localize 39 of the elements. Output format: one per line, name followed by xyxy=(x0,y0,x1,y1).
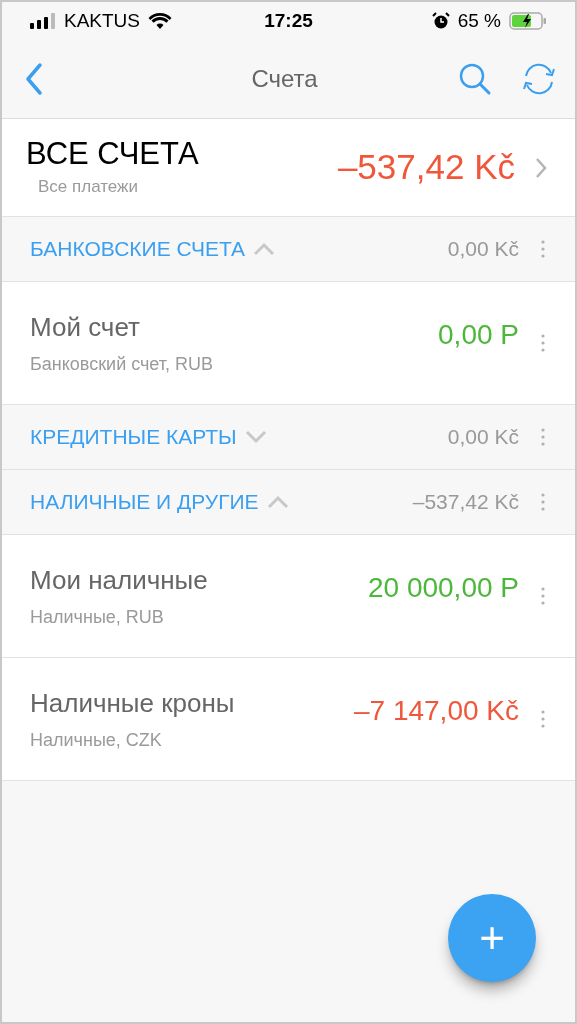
status-time: 17:25 xyxy=(263,8,314,33)
all-accounts-subtitle: Все платежи xyxy=(37,176,139,199)
account-type: Наличные, RUB xyxy=(30,606,165,629)
more-icon xyxy=(541,239,545,259)
search-icon xyxy=(457,61,493,97)
section-title: КРЕДИТНЫЕ КАРТЫ xyxy=(30,424,237,451)
back-icon xyxy=(25,62,43,96)
section-total: 0,00 Kč xyxy=(447,424,519,451)
account-amount: 20 000,00 Р xyxy=(367,571,519,605)
chevron-right-icon xyxy=(535,156,547,179)
account-amount: –7 147,00 Kč xyxy=(353,694,519,728)
alarm-icon xyxy=(431,12,450,30)
screen-title: Счета xyxy=(250,64,319,94)
more-icon xyxy=(541,586,545,606)
section-total: 0,00 Kč xyxy=(447,236,519,263)
carrier-name: KAKTUS xyxy=(64,8,141,33)
account-type: Банковский счет, RUB xyxy=(30,353,215,376)
section-title: БАНКОВСКИЕ СЧЕТА xyxy=(30,236,246,263)
all-accounts-row[interactable]: ВСЕ СЧЕТА Все платежи –537,42 Kč xyxy=(2,119,575,217)
account-row[interactable]: Мои наличные Наличные, RUB 20 000,00 Р xyxy=(2,535,575,658)
all-accounts-title: ВСЕ СЧЕТА xyxy=(26,135,200,174)
section-total: –537,42 Kč xyxy=(412,489,519,516)
battery-percent: 65 % xyxy=(457,8,501,33)
account-row[interactable]: Наличные кроны Наличные, CZK –7 147,00 Kč xyxy=(2,658,575,781)
more-icon xyxy=(541,492,545,512)
account-amount: 0,00 Р xyxy=(438,318,519,352)
account-type: Наличные, CZK xyxy=(30,729,163,752)
wifi-icon xyxy=(148,12,173,30)
account-row[interactable]: Мой счет Банковский счет, RUB 0,00 Р xyxy=(2,282,575,405)
section-title: НАЛИЧНЫЕ И ДРУГИЕ xyxy=(30,489,259,516)
account-name: Мой счет xyxy=(30,311,141,344)
more-icon xyxy=(541,709,545,729)
signal-icon xyxy=(30,13,56,29)
more-icon xyxy=(541,427,545,447)
battery-charging-icon xyxy=(509,12,547,30)
more-icon xyxy=(541,333,545,353)
account-name: Мои наличные xyxy=(30,564,209,597)
account-name: Наличные кроны xyxy=(30,687,236,720)
all-accounts-amount: –537,42 Kč xyxy=(337,146,515,189)
